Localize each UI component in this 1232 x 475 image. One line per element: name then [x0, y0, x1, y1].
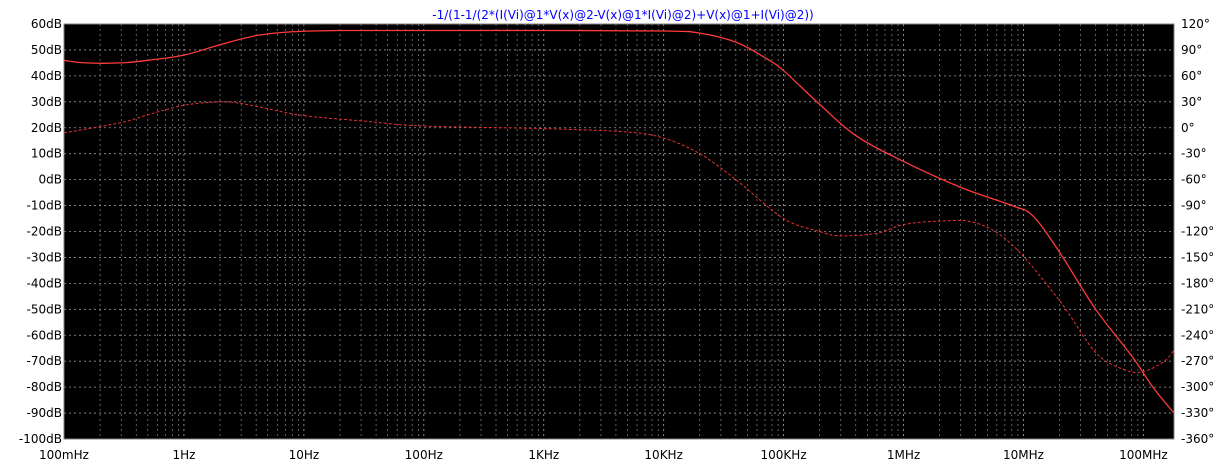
left-axis-tick-label: -90dB [27, 406, 62, 420]
x-axis-tick-label: 1KHz [528, 448, 559, 462]
left-axis-tick-label: 30dB [31, 95, 62, 109]
left-axis-tick-label: -20dB [27, 225, 62, 239]
left-axis-tick-label: -70dB [27, 354, 62, 368]
right-axis-tick-label: 30° [1181, 95, 1202, 109]
right-axis-tick-label: -30° [1181, 147, 1207, 161]
x-axis-tick-label: 100KHz [761, 448, 807, 462]
x-axis-tick-label: 100Hz [405, 448, 443, 462]
right-axis-tick-label: -240° [1181, 328, 1214, 342]
right-axis-tick-label: -360° [1181, 432, 1214, 446]
left-axis-tick-label: -40dB [27, 276, 62, 290]
right-axis-tick-label: -150° [1181, 250, 1214, 264]
x-axis-tick-label: 100mHz [39, 448, 89, 462]
right-axis-tick-label: 60° [1181, 69, 1202, 83]
left-axis-tick-label: 0dB [39, 173, 62, 187]
x-axis-tick-label: 100MHz [1119, 448, 1168, 462]
left-axis-tick-label: 20dB [31, 121, 62, 135]
right-axis-tick-label: -180° [1181, 276, 1214, 290]
bode-plot-window: -1/(1-1/(2*(I(Vi)@1*V(x)@2-V(x)@1*I(Vi)@… [0, 0, 1232, 475]
right-axis-tick-label: -330° [1181, 406, 1214, 420]
x-axis-tick-label: 10Hz [289, 448, 320, 462]
right-axis-tick-label: 120° [1181, 17, 1210, 31]
right-axis-tick-label: -300° [1181, 380, 1214, 394]
left-axis-tick-label: 60dB [31, 17, 62, 31]
left-axis-tick-label: 10dB [31, 147, 62, 161]
left-axis-tick-label: -100dB [19, 432, 62, 446]
right-axis-tick-label: -90° [1181, 199, 1207, 213]
x-axis-tick-label: 10KHz [644, 448, 682, 462]
left-axis-tick-label: -60dB [27, 328, 62, 342]
x-axis-tick-label: 10MHz [1003, 448, 1044, 462]
left-axis-tick-label: -30dB [27, 250, 62, 264]
right-axis-tick-label: -120° [1181, 225, 1214, 239]
left-axis-tick-label: -50dB [27, 302, 62, 316]
trace-title[interactable]: -1/(1-1/(2*(I(Vi)@1*V(x)@2-V(x)@1*I(Vi)@… [432, 8, 814, 22]
bode-chart: -1/(1-1/(2*(I(Vi)@1*V(x)@2-V(x)@1*I(Vi)@… [19, 8, 1214, 462]
left-axis-tick-label: 40dB [31, 69, 62, 83]
left-axis-tick-label: -80dB [27, 380, 62, 394]
x-axis-tick-label: 1Hz [172, 448, 195, 462]
left-axis-tick-label: -10dB [27, 199, 62, 213]
right-axis-tick-label: 90° [1181, 43, 1202, 57]
x-axis-tick-label: 1MHz [887, 448, 920, 462]
right-axis-tick-label: 0° [1181, 121, 1195, 135]
right-axis-tick-label: -60° [1181, 173, 1207, 187]
right-axis-tick-label: -270° [1181, 354, 1214, 368]
right-axis-tick-label: -210° [1181, 302, 1214, 316]
left-axis-tick-label: 50dB [31, 43, 62, 57]
